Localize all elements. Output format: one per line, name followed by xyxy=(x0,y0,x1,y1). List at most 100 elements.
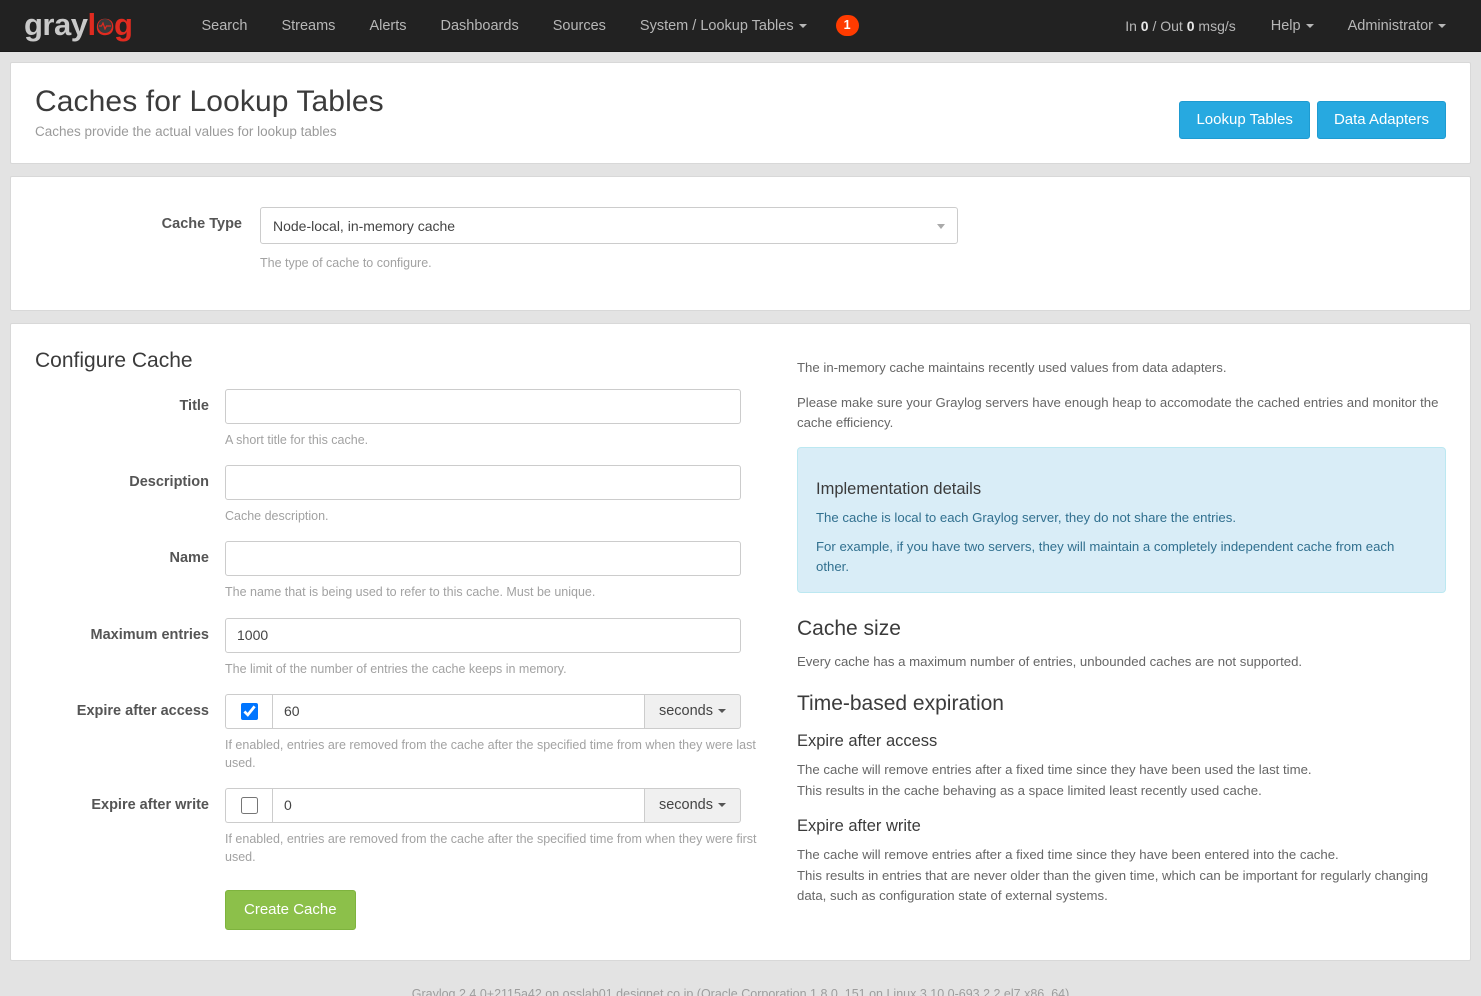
expire-after-write-checkbox[interactable] xyxy=(240,796,258,814)
field-group-name: Name The name that is being used to refe… xyxy=(35,541,770,601)
page-header-actions: Lookup Tables Data Adapters xyxy=(1179,85,1446,139)
nav-item-help-label: Help xyxy=(1270,17,1301,34)
nav-item-streams[interactable]: Streams xyxy=(264,0,352,52)
maximum-entries-field-wrap: The limit of the number of entries the c… xyxy=(225,617,770,678)
name-input[interactable] xyxy=(225,541,741,577)
nav-item-help[interactable]: Help xyxy=(1254,0,1331,52)
cache-type-row: Cache Type Node-local, in-memory cache T… xyxy=(35,207,1446,272)
graylog-logo[interactable]: gray log xyxy=(24,7,133,42)
field-group-maximum-entries: Maximum entries The limit of the number … xyxy=(35,617,770,678)
throughput-middle: / Out xyxy=(1152,17,1183,34)
logo-text-gray: gray xyxy=(24,7,88,42)
nav-item-dashboards[interactable]: Dashboards xyxy=(424,0,536,52)
title-help: A short title for this cache. xyxy=(225,433,369,448)
expire-after-access-doc-body: The cache will remove entries after a fi… xyxy=(797,762,1312,798)
page-header-card: Caches for Lookup Tables Caches provide … xyxy=(10,62,1471,164)
description-help: Cache description. xyxy=(225,509,329,524)
page-footer: Graylog 2.4.0+2115a42 on osslab01.design… xyxy=(411,986,1070,996)
expire-after-access-input[interactable] xyxy=(272,693,644,729)
expire-after-write-doc-body: The cache will remove entries after a fi… xyxy=(797,847,1429,904)
page-header-text: Caches for Lookup Tables Caches provide … xyxy=(35,85,384,139)
expire-after-write-help: If enabled, entries are removed from the… xyxy=(225,831,757,864)
throughput-in-value: 0 xyxy=(1140,17,1149,34)
cache-type-label: Cache Type xyxy=(161,216,242,232)
data-adapters-button[interactable]: Data Adapters xyxy=(1316,101,1446,139)
throughput-indicator: In 0 / Out 0 msg/s xyxy=(1107,18,1254,34)
expire-after-access-label: Expire after access xyxy=(76,702,209,719)
create-cache-button[interactable]: Create Cache xyxy=(225,890,356,930)
nav-item-sources[interactable]: Sources xyxy=(536,0,623,52)
expire-after-access-input-group: seconds xyxy=(225,693,741,729)
page-subtitle: Caches provide the actual values for loo… xyxy=(35,124,337,139)
configure-cache-card: Configure Cache Title A short title for … xyxy=(10,323,1471,961)
expire-after-access-field-wrap: seconds If enabled, entries are removed … xyxy=(225,693,770,772)
cache-type-card: Cache Type Node-local, in-memory cache T… xyxy=(10,176,1471,312)
page-content: Caches for Lookup Tables Caches provide … xyxy=(0,52,1481,996)
nav-item-alerts-label: Alerts xyxy=(369,17,407,34)
expire-after-write-checkbox-addon xyxy=(225,787,272,823)
expire-after-write-unit-label: seconds xyxy=(658,797,713,814)
expire-after-write-input[interactable] xyxy=(272,787,644,823)
field-group-expire-after-write: Expire after write seconds If enabled, e… xyxy=(35,787,770,866)
chevron-down-icon xyxy=(937,224,945,229)
description-input[interactable] xyxy=(225,465,741,501)
name-field-wrap: The name that is being used to refer to … xyxy=(225,541,770,601)
implementation-details-line-2: For example, if you have two servers, th… xyxy=(816,539,1395,575)
expire-after-access-checkbox[interactable] xyxy=(240,702,258,720)
field-group-description: Description Cache description. xyxy=(35,465,770,525)
throughput-out-value: 0 xyxy=(1186,17,1195,34)
submit-row: Create Cache xyxy=(35,890,770,930)
cache-size-title: Cache size xyxy=(797,616,901,640)
title-field-wrap: A short title for this cache. xyxy=(225,389,770,449)
nav-item-dashboards-label: Dashboards xyxy=(440,17,519,34)
nav-item-system-lookup-tables[interactable]: System / Lookup Tables xyxy=(623,0,824,52)
time-based-expiration-title: Time-based expiration xyxy=(797,692,1004,716)
chevron-down-icon xyxy=(718,803,726,808)
chevron-down-icon xyxy=(718,709,726,714)
cache-documentation: The in-memory cache maintains recently u… xyxy=(770,344,1446,930)
expire-after-access-help: If enabled, entries are removed from the… xyxy=(225,737,756,770)
secondary-nav: In 0 / Out 0 msg/s Help Administrator xyxy=(1107,0,1463,52)
maximum-entries-label: Maximum entries xyxy=(90,626,209,643)
maximum-entries-help: The limit of the number of entries the c… xyxy=(225,661,567,676)
docs-intro-1: The in-memory cache maintains recently u… xyxy=(797,360,1227,376)
expire-after-write-input-group: seconds xyxy=(225,787,741,823)
nav-item-system-label: System / Lookup Tables xyxy=(639,17,794,34)
implementation-details-line-1: The cache is local to each Graylog serve… xyxy=(816,510,1237,526)
nav-item-search[interactable]: Search xyxy=(184,0,264,52)
nav-item-streams-label: Streams xyxy=(281,17,336,34)
expire-after-write-field-wrap: seconds If enabled, entries are removed … xyxy=(225,787,770,866)
expire-after-access-unit-dropdown[interactable]: seconds xyxy=(643,693,741,729)
nav-item-user-menu[interactable]: Administrator xyxy=(1331,0,1463,52)
expire-after-write-label: Expire after write xyxy=(91,796,209,813)
cache-type-select[interactable]: Node-local, in-memory cache xyxy=(260,207,958,244)
name-label: Name xyxy=(169,550,210,567)
lookup-tables-button[interactable]: Lookup Tables xyxy=(1179,101,1310,139)
configure-form: Configure Cache Title A short title for … xyxy=(35,344,770,930)
configure-cache-heading: Configure Cache xyxy=(35,349,193,373)
cache-type-selected-value: Node-local, in-memory cache xyxy=(273,218,456,234)
field-group-title: Title A short title for this cache. xyxy=(35,389,770,449)
page-title: Caches for Lookup Tables xyxy=(35,85,384,118)
expire-after-access-doc-title: Expire after access xyxy=(797,732,938,751)
nav-item-user-label: Administrator xyxy=(1347,17,1433,34)
maximum-entries-input[interactable] xyxy=(225,617,741,653)
chevron-down-icon xyxy=(798,23,807,28)
cache-type-help: The type of cache to configure. xyxy=(260,256,432,270)
primary-nav: Search Streams Alerts Dashboards Sources… xyxy=(184,0,859,52)
title-input[interactable] xyxy=(225,389,741,425)
expire-after-write-unit-dropdown[interactable]: seconds xyxy=(643,787,741,823)
expire-after-write-doc-title: Expire after write xyxy=(797,817,921,836)
nav-item-alerts[interactable]: Alerts xyxy=(352,0,423,52)
throughput-in-prefix: In xyxy=(1125,17,1137,34)
docs-intro-2: Please make sure your Graylog servers ha… xyxy=(797,394,1439,431)
cache-size-body: Every cache has a maximum number of entr… xyxy=(797,653,1303,669)
implementation-details-title: Implementation details xyxy=(816,480,982,499)
description-field-wrap: Cache description. xyxy=(225,465,770,525)
throughput-suffix: msg/s xyxy=(1198,17,1236,34)
title-label: Title xyxy=(179,398,209,415)
cache-type-control: Node-local, in-memory cache The type of … xyxy=(260,207,960,272)
nav-item-search-label: Search xyxy=(201,17,248,34)
notification-badge[interactable]: 1 xyxy=(835,15,859,36)
logo-text-log: log xyxy=(87,9,133,40)
